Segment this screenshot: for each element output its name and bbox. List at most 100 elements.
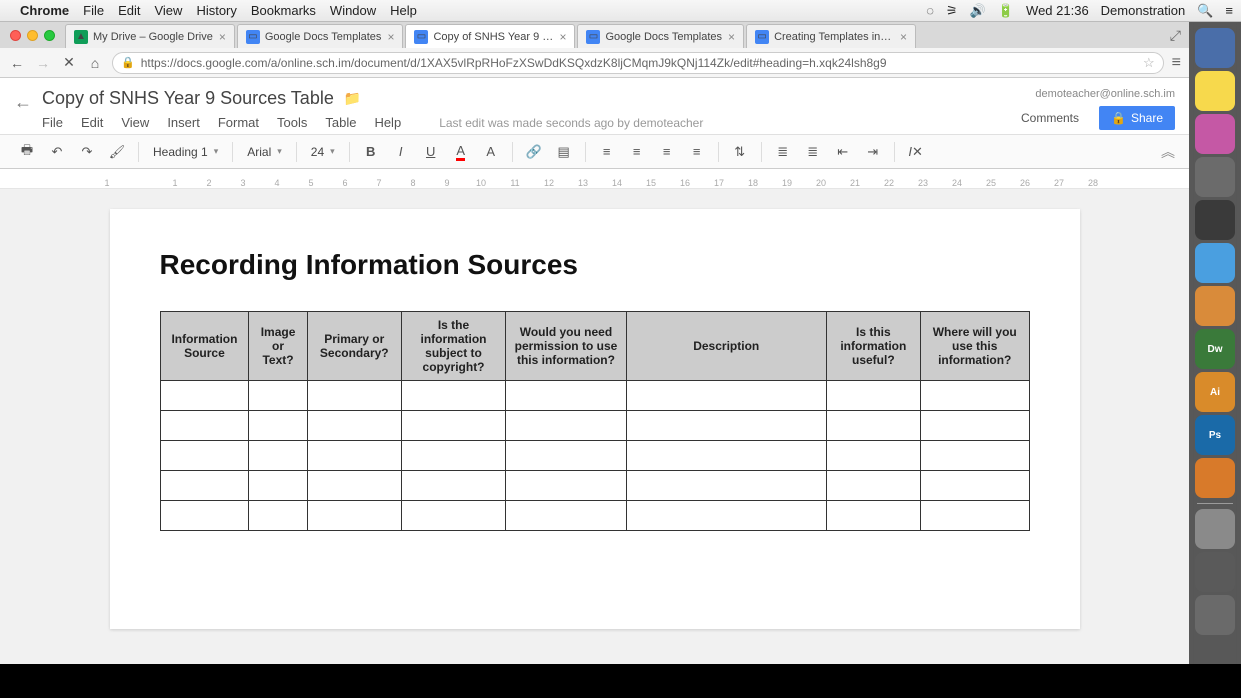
wifi-icon[interactable]: ⚞ [946,3,958,19]
table-cell[interactable] [307,411,401,441]
close-tab-icon[interactable]: × [387,30,394,44]
docmenu-tools[interactable]: Tools [277,115,307,130]
italic-icon[interactable]: I [388,139,414,165]
dock-app[interactable] [1195,595,1235,635]
dock-app[interactable] [1195,509,1235,549]
table-cell[interactable] [160,411,249,441]
tab-drive[interactable]: ▲ My Drive – Google Drive × [65,24,235,48]
menu-window[interactable]: Window [330,3,376,18]
table-cell[interactable] [626,411,826,441]
align-left-icon[interactable]: ≡ [594,139,620,165]
style-select[interactable]: Heading 1 ▾ [147,139,224,165]
paint-format-icon[interactable]: 🖌 [104,139,130,165]
table-cell[interactable] [626,441,826,471]
app-name[interactable]: Chrome [20,3,69,18]
docmenu-file[interactable]: File [42,115,63,130]
table-row[interactable] [160,471,1029,501]
menu-bookmarks[interactable]: Bookmarks [251,3,316,18]
table-cell[interactable] [826,471,920,501]
close-tab-icon[interactable]: × [900,30,907,44]
dock-app[interactable] [1195,71,1235,111]
dock-app[interactable]: Dw [1195,329,1235,369]
menu-edit[interactable]: Edit [118,3,140,18]
line-spacing-icon[interactable]: ⇅ [727,139,753,165]
undo-icon[interactable]: ↶ [44,139,70,165]
dock-app[interactable] [1195,28,1235,68]
tab-templates-2[interactable]: ▭ Google Docs Templates × [577,24,744,48]
close-tab-icon[interactable]: × [559,30,566,44]
col-primary-secondary[interactable]: Primary or Secondary? [307,312,401,381]
table-cell[interactable] [506,381,627,411]
collapse-toolbar-icon[interactable]: ︽ [1161,142,1175,162]
align-justify-icon[interactable]: ≡ [684,139,710,165]
table-cell[interactable] [249,471,307,501]
user-menu[interactable]: Demonstration [1101,3,1186,18]
home-button[interactable]: ⌂ [86,54,104,72]
redo-icon[interactable]: ↷ [74,139,100,165]
docmenu-view[interactable]: View [121,115,149,130]
menu-history[interactable]: History [196,3,236,18]
comment-icon[interactable]: ▤ [551,139,577,165]
table-cell[interactable] [826,441,920,471]
dock-app[interactable] [1195,458,1235,498]
dock-app[interactable] [1195,200,1235,240]
tab-templates-1[interactable]: ▭ Google Docs Templates × [237,24,404,48]
dock-app[interactable]: Ai [1195,372,1235,412]
tab-creating-templates[interactable]: ▭ Creating Templates in Goog × [746,24,916,48]
back-button[interactable]: ← [8,54,26,72]
col-image-text[interactable]: Image or Text? [249,312,307,381]
dock-app[interactable] [1195,552,1235,592]
battery-icon[interactable]: 🔋 [998,3,1014,19]
text-color-icon[interactable]: A [448,139,474,165]
table-cell[interactable] [160,441,249,471]
col-where-use[interactable]: Where will you use this information? [920,312,1029,381]
dock-app[interactable]: Ps [1195,415,1235,455]
table-cell[interactable] [920,501,1029,531]
table-row[interactable] [160,381,1029,411]
col-description[interactable]: Description [626,312,826,381]
document-page[interactable]: Recording Information Sources Informatio… [110,209,1080,629]
clock[interactable]: Wed 21:36 [1026,3,1089,18]
table-cell[interactable] [506,411,627,441]
table-cell[interactable] [249,381,307,411]
table-cell[interactable] [307,471,401,501]
document-canvas[interactable]: Recording Information Sources Informatio… [0,189,1189,698]
table-cell[interactable] [249,501,307,531]
clear-format-icon[interactable]: I✕ [903,139,929,165]
zoom-window[interactable] [44,30,55,41]
table-cell[interactable] [920,471,1029,501]
table-cell[interactable] [160,381,249,411]
minimize-window[interactable] [27,30,38,41]
col-source[interactable]: Information Source [160,312,249,381]
volume-icon[interactable]: 🔊 [970,3,986,19]
decrease-indent-icon[interactable]: ⇤ [830,139,856,165]
doc-title[interactable]: Copy of SNHS Year 9 Sources Table [42,88,334,109]
docmenu-format[interactable]: Format [218,115,259,130]
table-cell[interactable] [401,501,505,531]
forward-button[interactable]: → [34,54,52,72]
bold-icon[interactable]: B [358,139,384,165]
expand-icon[interactable]: ⤢ [1170,27,1181,44]
folder-icon[interactable]: 📁 [344,90,361,107]
table-cell[interactable] [826,501,920,531]
dock-app[interactable] [1195,286,1235,326]
chrome-menu-icon[interactable]: ≡ [1172,54,1181,72]
table-cell[interactable] [506,501,627,531]
table-cell[interactable] [160,471,249,501]
docs-back-icon[interactable]: ← [14,92,32,113]
table-cell[interactable] [626,501,826,531]
menu-help[interactable]: Help [390,3,417,18]
table-cell[interactable] [307,441,401,471]
table-cell[interactable] [307,501,401,531]
docmenu-help[interactable]: Help [374,115,401,130]
table-cell[interactable] [160,501,249,531]
table-row[interactable] [160,411,1029,441]
page-heading[interactable]: Recording Information Sources [160,249,1030,281]
close-window[interactable] [10,30,21,41]
spotlight-icon[interactable]: 🔍 [1197,3,1213,19]
ruler[interactable]: 1123456789101112131415161718192021222324… [0,169,1189,189]
table-cell[interactable] [920,381,1029,411]
underline-icon[interactable]: U [418,139,444,165]
menu-file[interactable]: File [83,3,104,18]
table-row[interactable] [160,501,1029,531]
